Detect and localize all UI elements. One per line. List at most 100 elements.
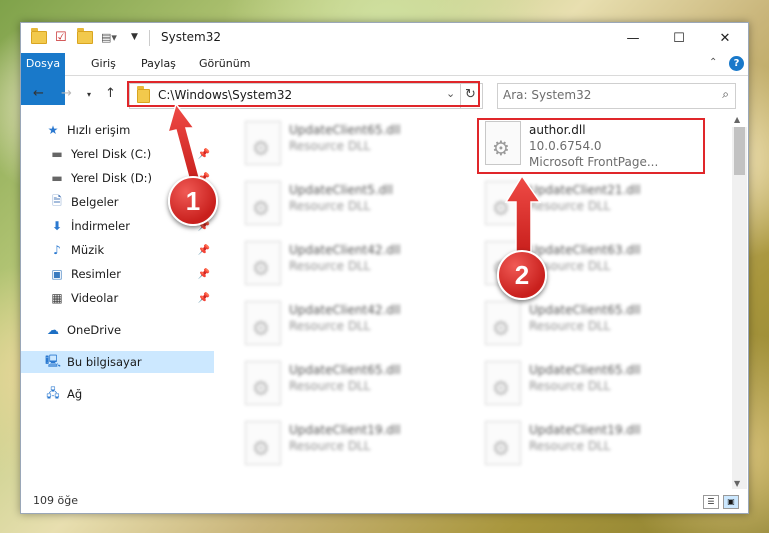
address-row: ← → ▾ ↑ C:\Windows\System32 ⌄ ↻ Ara: Sys… bbox=[21, 76, 748, 114]
large-icons-view-icon[interactable]: ▣ bbox=[723, 495, 739, 509]
maximize-button[interactable]: ☐ bbox=[656, 23, 702, 53]
file-type: Resource DLL bbox=[529, 319, 611, 333]
computer-icon: 🖳 bbox=[45, 353, 62, 368]
ribbon-tabs: Dosya Giriş Paylaş Görünüm ⌃ ? bbox=[21, 53, 748, 105]
sidebar-item-label: Resimler bbox=[71, 267, 121, 281]
sidebar-item-label: Hızlı erişim bbox=[67, 123, 131, 137]
scroll-up-icon[interactable]: ▲ bbox=[734, 115, 740, 124]
address-path[interactable]: C:\Windows\System32 bbox=[158, 88, 292, 102]
list-item[interactable]: ⚙ UpdateClient19.dll Resource DLL bbox=[241, 419, 451, 471]
file-type: Resource DLL bbox=[289, 439, 371, 453]
help-button[interactable]: ? bbox=[729, 56, 744, 71]
sidebar-item-label: İndirmeler bbox=[71, 219, 130, 233]
list-item[interactable]: ⚙ UpdateClient42.dll Resource DLL bbox=[241, 239, 451, 291]
sidebar-item-label: Videolar bbox=[71, 291, 119, 305]
properties-icon[interactable]: ☑ bbox=[55, 29, 67, 45]
up-arrow-icon[interactable]: ↑ bbox=[105, 86, 116, 101]
customize-toolbar-icon[interactable]: ▤▾ bbox=[101, 29, 117, 45]
pin-icon[interactable]: 📌 bbox=[198, 245, 210, 256]
list-item[interactable]: ⚙ UpdateClient65.dll Resource DLL bbox=[241, 119, 451, 171]
vertical-scrollbar[interactable] bbox=[732, 127, 747, 489]
list-item[interactable]: ⚙ UpdateClient65.dll Resource DLL bbox=[241, 359, 451, 411]
pictures-icon: ▣ bbox=[51, 267, 63, 281]
tab-view[interactable]: Görünüm bbox=[191, 53, 258, 75]
file-type: Resource DLL bbox=[529, 379, 611, 393]
file-name: UpdateClient21.dll bbox=[529, 183, 641, 197]
window-title: System32 bbox=[161, 30, 222, 44]
search-box[interactable]: Ara: System32 ⌕ bbox=[497, 83, 736, 109]
file-type: Resource DLL bbox=[289, 199, 371, 213]
sidebar-item-quick-access[interactable]: ★ Hızlı erişim bbox=[21, 119, 214, 141]
cloud-icon: ☁ bbox=[47, 323, 59, 337]
author-dll-item[interactable]: ⚙ author.dll 10.0.6754.0 Microsoft Front… bbox=[481, 119, 691, 171]
close-button[interactable]: ✕ bbox=[702, 23, 748, 53]
scrollbar-thumb[interactable] bbox=[734, 127, 745, 175]
title-separator bbox=[149, 30, 150, 46]
list-item[interactable]: ⚙ UpdateClient5.dll Resource DLL bbox=[241, 179, 451, 231]
recent-locations-chevron-icon[interactable]: ▾ bbox=[87, 90, 91, 99]
list-item[interactable]: ⚙ UpdateClient42.dll Resource DLL bbox=[241, 299, 451, 351]
sidebar-item-music[interactable]: ♪ Müzik 📌 bbox=[21, 239, 214, 261]
pin-icon[interactable]: 📌 bbox=[198, 269, 210, 280]
file-description: Microsoft FrontPage... bbox=[529, 155, 659, 169]
new-folder-icon[interactable] bbox=[77, 27, 93, 45]
step-2-badge: 2 bbox=[497, 250, 547, 300]
tab-share[interactable]: Paylaş bbox=[133, 53, 184, 75]
list-item[interactable]: ⚙ UpdateClient21.dll Resource DLL bbox=[481, 179, 691, 231]
file-name: UpdateClient19.dll bbox=[529, 423, 641, 437]
search-icon[interactable]: ⌕ bbox=[722, 87, 729, 102]
sidebar-item-onedrive[interactable]: ☁ OneDrive bbox=[21, 319, 214, 341]
file-version: 10.0.6754.0 bbox=[529, 139, 602, 153]
address-bar[interactable]: C:\Windows\System32 ⌄ ↻ bbox=[129, 83, 483, 109]
sidebar-item-network[interactable]: 🖧 Ağ bbox=[21, 383, 214, 405]
refresh-icon[interactable]: ↻ bbox=[465, 87, 476, 102]
chevron-up-icon[interactable]: ⌃ bbox=[709, 57, 717, 68]
file-name: UpdateClient65.dll bbox=[289, 363, 401, 377]
file-type: Resource DLL bbox=[529, 199, 611, 213]
file-name: UpdateClient19.dll bbox=[289, 423, 401, 437]
file-name: UpdateClient42.dll bbox=[289, 303, 401, 317]
file-name: author.dll bbox=[529, 123, 586, 137]
dll-file-icon: ⚙ bbox=[245, 121, 281, 165]
sidebar-item-label: Yerel Disk (D:) bbox=[71, 171, 153, 185]
file-name: UpdateClient65.dll bbox=[289, 123, 401, 137]
list-item[interactable]: ⚙ UpdateClient19.dll Resource DLL bbox=[481, 419, 691, 471]
sidebar-item-drive-c[interactable]: ▬ Yerel Disk (C:) 📌 bbox=[21, 143, 214, 165]
file-name: UpdateClient65.dll bbox=[529, 303, 641, 317]
dll-file-icon: ⚙ bbox=[485, 181, 521, 225]
drive-icon: ▬ bbox=[51, 147, 63, 161]
file-name: UpdateClient5.dll bbox=[289, 183, 393, 197]
item-count: 109 öğe bbox=[33, 494, 78, 507]
file-type: Resource DLL bbox=[289, 379, 371, 393]
details-view-icon[interactable]: ☰ bbox=[703, 495, 719, 509]
dll-file-icon: ⚙ bbox=[245, 421, 281, 465]
file-explorer-window: ☑ ▤▾ ▼ System32 — ☐ ✕ Dosya Giriş Paylaş… bbox=[20, 22, 749, 514]
file-list: ⚙ UpdateClient65.dll Resource DLL ⚙ Upda… bbox=[231, 115, 731, 491]
title-bar: ☑ ▤▾ ▼ System32 — ☐ ✕ bbox=[21, 23, 748, 53]
scroll-down-icon[interactable]: ▼ bbox=[734, 479, 740, 488]
folder-icon bbox=[137, 86, 150, 103]
quick-access-dropdown-icon[interactable]: ▼ bbox=[131, 29, 138, 45]
drive-icon: ▬ bbox=[51, 171, 63, 185]
file-type: Resource DLL bbox=[289, 319, 371, 333]
step-1-badge: 1 bbox=[168, 176, 218, 226]
list-item[interactable]: ⚙ UpdateClient65.dll Resource DLL bbox=[481, 299, 691, 351]
sidebar-item-videos[interactable]: ▦ Videolar 📌 bbox=[21, 287, 214, 309]
back-arrow-icon[interactable]: ← bbox=[33, 86, 44, 101]
list-item[interactable]: ⚙ UpdateClient65.dll Resource DLL bbox=[481, 359, 691, 411]
pin-icon[interactable]: 📌 bbox=[198, 149, 210, 160]
dll-file-icon: ⚙ bbox=[245, 361, 281, 405]
search-placeholder: Ara: System32 bbox=[503, 88, 592, 102]
sidebar-item-this-pc[interactable]: 🖳 Bu bilgisayar bbox=[21, 351, 214, 373]
music-icon: ♪ bbox=[53, 243, 61, 257]
minimize-button[interactable]: — bbox=[610, 23, 656, 53]
tab-home[interactable]: Giriş bbox=[83, 53, 124, 75]
forward-arrow-icon[interactable]: → bbox=[61, 86, 72, 101]
address-dropdown-icon[interactable]: ⌄ bbox=[446, 87, 455, 100]
file-type: Resource DLL bbox=[289, 259, 371, 273]
sidebar-item-pictures[interactable]: ▣ Resimler 📌 bbox=[21, 263, 214, 285]
pin-icon[interactable]: 📌 bbox=[198, 293, 210, 304]
dll-file-icon: ⚙ bbox=[245, 181, 281, 225]
videos-icon: ▦ bbox=[51, 291, 63, 305]
dll-file-icon: ⚙ bbox=[485, 421, 521, 465]
